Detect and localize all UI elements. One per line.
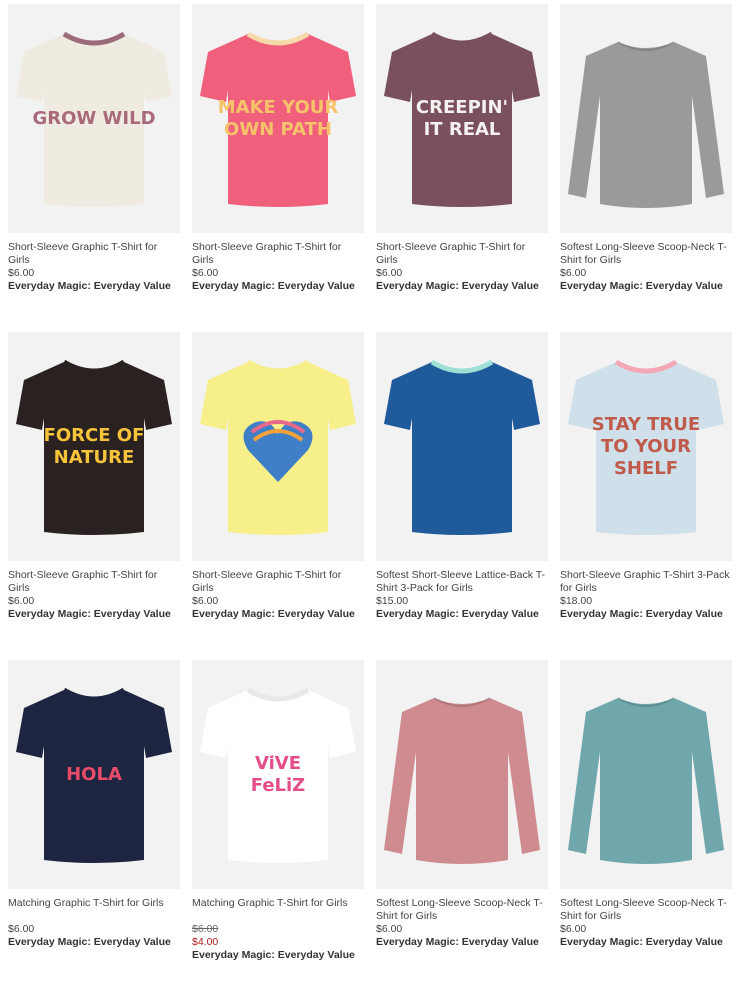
product-image[interactable]: STAY TRUE TO YOUR SHELF xyxy=(560,332,732,561)
product-card[interactable]: Softest Long-Sleeve Scoop-Neck T-Shirt f… xyxy=(560,660,732,988)
product-image[interactable]: ViVE FeLiZ xyxy=(192,660,364,889)
product-card[interactable]: MAKE YOUR OWN PATH Short-Sleeve Graphic T-… xyxy=(192,4,364,332)
product-price: $6.00 xyxy=(192,595,219,607)
svg-text:ViVE: ViVE xyxy=(255,753,301,774)
promo-label: Everyday Magic: Everyday Value xyxy=(560,280,723,292)
product-name-link[interactable]: Short-Sleeve Graphic T-Shirt for Girls xyxy=(8,241,180,267)
product-card[interactable]: Softest Long-Sleeve Scoop-Neck T-Shirt f… xyxy=(560,4,732,332)
product-name-link[interactable]: Softest Long-Sleeve Scoop-Neck T-Shirt f… xyxy=(560,897,732,923)
product-price: $6.00 xyxy=(8,267,35,279)
product-price: $18.00 xyxy=(560,595,593,607)
promo-label: Everyday Magic: Everyday Value xyxy=(8,280,171,292)
product-name-link[interactable]: Short-Sleeve Graphic T-Shirt for Girls xyxy=(376,241,548,267)
svg-text:GROW WILD: GROW WILD xyxy=(32,108,155,129)
promo-label: Everyday Magic: Everyday Value xyxy=(8,608,171,620)
product-image[interactable] xyxy=(560,4,732,233)
product-price: $6.00 xyxy=(8,595,35,607)
product-name-link[interactable]: Short-Sleeve Graphic T-Shirt for Girls xyxy=(8,569,180,595)
product-card[interactable]: HOLA Matching Graphic T-Shirt for Girls $6… xyxy=(8,660,180,988)
product-name-link[interactable]: Short-Sleeve Graphic T-Shirt 3-Pack for … xyxy=(560,569,732,595)
product-card[interactable]: GROW WILD Short-Sleeve Graphic T-Shirt fo… xyxy=(8,4,180,332)
product-card[interactable]: Softest Long-Sleeve Scoop-Neck T-Shirt f… xyxy=(376,660,548,988)
svg-text:HOLA: HOLA xyxy=(66,764,122,785)
svg-text:NATURE: NATURE xyxy=(54,447,135,468)
product-price: $15.00 xyxy=(376,595,409,607)
product-image[interactable] xyxy=(376,660,548,889)
product-card[interactable]: ViVE FeLiZ Matching Graphic T-Shirt for Gi… xyxy=(192,660,364,988)
product-image[interactable]: GROW WILD xyxy=(8,4,180,233)
svg-text:TO YOUR: TO YOUR xyxy=(601,436,691,457)
product-image[interactable] xyxy=(192,332,364,561)
product-price: $6.00 xyxy=(376,267,403,279)
sale-price: $4.00 xyxy=(192,936,219,948)
product-price: $6.00 xyxy=(560,267,587,279)
promo-label: Everyday Magic: Everyday Value xyxy=(8,936,171,948)
product-card[interactable]: Short-Sleeve Graphic T-Shirt for Girls $6… xyxy=(192,332,364,660)
svg-text:STAY TRUE: STAY TRUE xyxy=(592,414,700,435)
promo-label: Everyday Magic: Everyday Value xyxy=(376,608,539,620)
svg-text:FeLiZ: FeLiZ xyxy=(251,775,305,796)
promo-label: Everyday Magic: Everyday Value xyxy=(192,280,355,292)
svg-text:IT REAL: IT REAL xyxy=(424,119,501,140)
product-grid: GROW WILD Short-Sleeve Graphic T-Shirt fo… xyxy=(8,4,732,988)
promo-label: Everyday Magic: Everyday Value xyxy=(376,280,539,292)
promo-label: Everyday Magic: Everyday Value xyxy=(560,936,723,948)
svg-text:SHELF: SHELF xyxy=(614,458,678,479)
product-name-link[interactable]: Softest Long-Sleeve Scoop-Neck T-Shirt f… xyxy=(376,897,548,923)
product-card[interactable]: CREEPIN' IT REAL Short-Sleeve Graphic T-Sh… xyxy=(376,4,548,332)
product-price: $6.00 xyxy=(8,923,35,935)
product-price: $6.00 xyxy=(192,267,219,279)
product-name-link[interactable]: Softest Long-Sleeve Scoop-Neck T-Shirt f… xyxy=(560,241,732,267)
product-name-link[interactable]: Matching Graphic T-Shirt for Girls xyxy=(192,897,364,923)
svg-text:MAKE YOUR: MAKE YOUR xyxy=(218,97,339,118)
product-image[interactable]: FORCE OF NATURE xyxy=(8,332,180,561)
svg-text:FORCE OF: FORCE OF xyxy=(44,425,145,446)
product-image[interactable]: HOLA xyxy=(8,660,180,889)
promo-label: Everyday Magic: Everyday Value xyxy=(192,608,355,620)
product-name-link[interactable]: Softest Short-Sleeve Lattice-Back T-Shir… xyxy=(376,569,548,595)
svg-text:CREEPIN': CREEPIN' xyxy=(416,97,508,118)
product-name-link[interactable]: Short-Sleeve Graphic T-Shirt for Girls xyxy=(192,241,364,267)
svg-text:OWN PATH: OWN PATH xyxy=(224,119,332,140)
promo-label: Everyday Magic: Everyday Value xyxy=(192,949,355,961)
product-image[interactable]: CREEPIN' IT REAL xyxy=(376,4,548,233)
product-card[interactable]: STAY TRUE TO YOUR SHELF Short-Sleeve Graphi… xyxy=(560,332,732,660)
product-image[interactable]: MAKE YOUR OWN PATH xyxy=(192,4,364,233)
product-image[interactable] xyxy=(560,660,732,889)
product-card[interactable]: FORCE OF NATURE Short-Sleeve Graphic T-Shi… xyxy=(8,332,180,660)
product-card[interactable]: Softest Short-Sleeve Lattice-Back T-Shir… xyxy=(376,332,548,660)
product-image[interactable] xyxy=(376,332,548,561)
product-price: $6.00 xyxy=(560,923,587,935)
product-price: $6.00 xyxy=(376,923,403,935)
original-price: $6.00 xyxy=(192,923,219,935)
promo-label: Everyday Magic: Everyday Value xyxy=(560,608,723,620)
product-name-link[interactable]: Matching Graphic T-Shirt for Girls xyxy=(8,897,180,923)
promo-label: Everyday Magic: Everyday Value xyxy=(376,936,539,948)
product-name-link[interactable]: Short-Sleeve Graphic T-Shirt for Girls xyxy=(192,569,364,595)
